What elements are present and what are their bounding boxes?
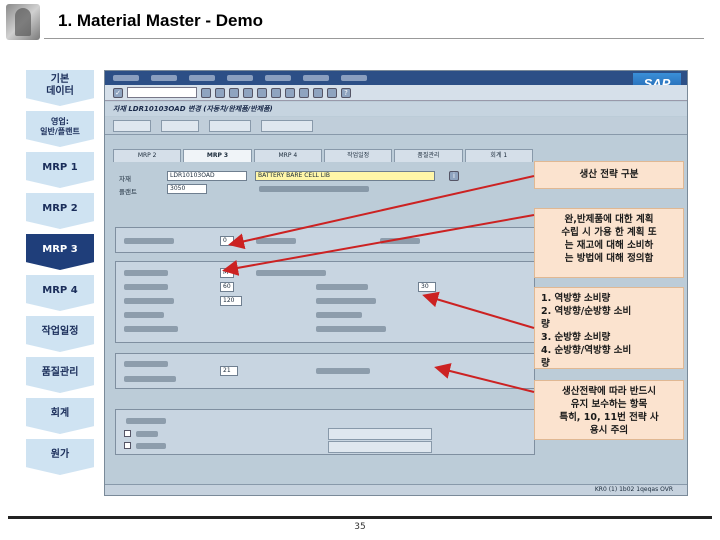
menu-item[interactable]: [113, 75, 139, 81]
app-button[interactable]: [209, 119, 251, 132]
forward-label: [316, 312, 362, 318]
forecast-group: 0: [115, 227, 535, 253]
footer-divider: [8, 516, 712, 519]
menu-item[interactable]: [189, 75, 215, 81]
tab-mrp-2[interactable]: MRP 2: [113, 149, 182, 162]
menu-item[interactable]: [227, 75, 253, 81]
availability-check-label-2: [124, 376, 176, 382]
strategy-group-label: [124, 270, 168, 276]
nav-item-basic-data[interactable]: 기본 데이터: [26, 70, 94, 106]
sap-status-bar: KR0 (1) 1b02 1qeqas OVR: [105, 484, 687, 495]
availability-field[interactable]: 120: [220, 296, 242, 306]
material-description-field[interactable]: BATTERY BARE CELL LIB: [255, 171, 435, 181]
nav-item-scheduling[interactable]: 작업일정: [26, 316, 94, 352]
cancel-icon[interactable]: [243, 87, 253, 98]
plant-field[interactable]: 3050: [167, 184, 207, 194]
prev-page-icon[interactable]: [299, 87, 309, 98]
forecast-horizon-field[interactable]: 0: [220, 236, 234, 246]
checkbox-1-label: [136, 431, 158, 437]
plant-button-1[interactable]: [328, 428, 432, 440]
info-icon[interactable]: i: [449, 171, 459, 181]
avail-label: [124, 298, 174, 304]
menu-item[interactable]: [265, 75, 291, 81]
nav-item-sales-general[interactable]: 영업: 일반/플랜트: [26, 111, 94, 147]
tab-mrp-4[interactable]: MRP 4: [253, 149, 322, 162]
menu-item[interactable]: [341, 75, 367, 81]
planning-label-3: [316, 326, 386, 332]
consumption-label: [256, 270, 326, 276]
strategy-group-field[interactable]: 60: [220, 282, 234, 292]
plant-button-2[interactable]: [328, 441, 432, 453]
title-divider: [44, 38, 704, 39]
callout-consumption-modes: 1. 역방향 소비량 2. 역방향/순방향 소비 량 3. 순방향 소비량 4.…: [534, 287, 684, 369]
totals-label: [316, 368, 370, 374]
checkbox-2-label: [136, 443, 166, 449]
slide-title: 1. Material Master - Demo: [58, 11, 264, 30]
forecast-label-3: [380, 238, 420, 244]
backward-label: [316, 298, 376, 304]
sap-tab-strip: MRP 2 MRP 3 MRP 4 작업일정 품질관리 회계 1: [113, 149, 533, 162]
strategy-label: [124, 284, 168, 290]
app-button[interactable]: [161, 119, 199, 132]
tab-mrp-3[interactable]: MRP 3: [183, 149, 252, 162]
nav-item-sales-label: 영업: 일반/플랜트: [40, 117, 80, 136]
help-icon[interactable]: ?: [341, 87, 351, 98]
callout-strategy-group: 생산 전략 구분: [534, 161, 684, 189]
plant-label: 플랜트: [119, 188, 137, 196]
command-field[interactable]: [127, 87, 197, 98]
tab-accounting[interactable]: 회계 1: [464, 149, 533, 162]
back-icon[interactable]: [215, 87, 225, 98]
mixed-mrp-label: [316, 284, 368, 290]
availability-check-label: [124, 361, 168, 367]
callout-maintenance-note: 생산전략에 따라 반드시 유지 보수하는 항목 특히, 10, 11번 전략 사…: [534, 380, 684, 440]
print-icon[interactable]: [257, 87, 267, 98]
planning-label: [124, 312, 164, 318]
period-field[interactable]: M: [220, 268, 234, 278]
save-icon[interactable]: [201, 87, 211, 98]
checkbox-1[interactable]: [124, 430, 131, 437]
plant-specific-group: [115, 409, 535, 455]
material-label: 자재: [119, 175, 131, 183]
forecast-label-2: [256, 238, 296, 244]
nav-item-accounting[interactable]: 회계: [26, 398, 94, 434]
nav-item-quality[interactable]: 품질관리: [26, 357, 94, 393]
nav-item-mrp-4[interactable]: MRP 4: [26, 275, 94, 311]
plant-specific-label: [126, 418, 166, 424]
callout-strategy-description: 완,반제품에 대한 계획 수립 시 가용 한 계획 또 는 재고에 대해 소비하…: [534, 208, 684, 278]
tab-quality[interactable]: 품질관리: [394, 149, 463, 162]
consumption-mode-field[interactable]: 30: [418, 282, 436, 292]
planning-label-2: [124, 326, 178, 332]
menu-item[interactable]: [151, 75, 177, 81]
plant-description: [259, 186, 369, 192]
tab-scheduling[interactable]: 작업일정: [323, 149, 393, 162]
enter-icon[interactable]: ✓: [113, 87, 123, 98]
sap-menubar: [105, 71, 687, 85]
page-number: 35: [354, 522, 366, 532]
app-button[interactable]: [113, 119, 151, 132]
nav-item-costing[interactable]: 원가: [26, 439, 94, 475]
next-page-icon[interactable]: [313, 87, 323, 98]
find-icon[interactable]: [271, 87, 281, 98]
checkbox-2[interactable]: [124, 442, 131, 449]
receipt-field[interactable]: 21: [220, 366, 238, 376]
sap-transaction-title: 자재 LDR10103OAD 변경 (자동차/완제품/반제품): [105, 102, 687, 116]
nav-item-mrp-1[interactable]: MRP 1: [26, 152, 94, 188]
menu-item[interactable]: [303, 75, 329, 81]
company-logo: [6, 4, 40, 40]
nav-item-mrp-3[interactable]: MRP 3: [26, 234, 94, 270]
sap-application-toolbar: [105, 117, 687, 135]
forecast-label: [124, 238, 174, 244]
exit-icon[interactable]: [229, 87, 239, 98]
side-navigation: 기본 데이터 영업: 일반/플랜트 MRP 1 MRP 2 MRP 3 MRP 4…: [26, 70, 94, 482]
first-page-icon[interactable]: [285, 87, 295, 98]
nav-item-mrp-2[interactable]: MRP 2: [26, 193, 94, 229]
sap-toolbar: ✓ ?: [105, 85, 687, 101]
planning-group: M 60 30 120: [115, 261, 535, 343]
material-field[interactable]: LDR10103OAD: [167, 171, 247, 181]
availability-group: 21: [115, 353, 535, 389]
app-button[interactable]: [261, 119, 313, 132]
last-page-icon[interactable]: [327, 87, 337, 98]
